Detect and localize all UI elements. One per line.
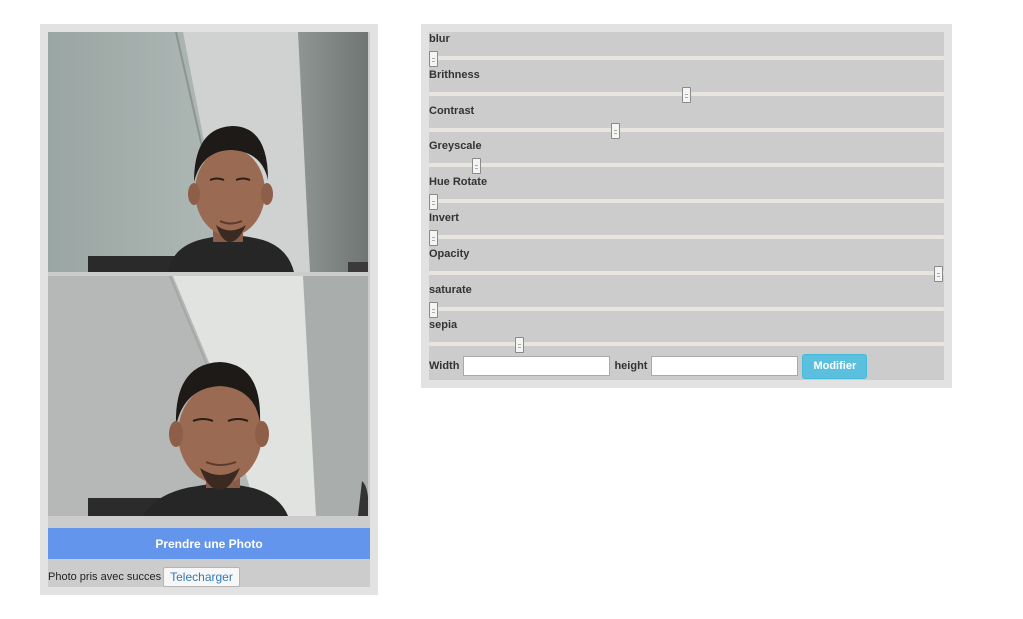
filter-panel-inner: blur Brithness Contrast Greyscale Hue Ro… [429,32,944,380]
slider-track[interactable] [429,342,944,346]
slider-thumb[interactable] [611,123,620,139]
height-input[interactable] [651,356,799,376]
slider-thumb[interactable] [429,194,438,210]
webcam-video-image [48,32,368,272]
filter-opacity: Opacity [429,247,944,282]
filter-brightness: Brithness [429,68,944,103]
filter-blur: blur [429,32,944,67]
size-row: Width height Modifier [429,353,868,379]
filter-label: sepia [429,319,458,331]
slider-thumb[interactable] [429,51,438,67]
filter-contrast: Contrast [429,104,944,139]
slider-thumb[interactable] [682,87,691,103]
filter-greyscale: Greyscale [429,139,944,174]
slider-track[interactable] [429,56,944,60]
filter-label: Brithness [429,69,480,81]
take-photo-button[interactable]: Prendre une Photo [48,528,370,559]
camera-panel: Prendre une Photo Photo pris avec succes… [40,24,378,595]
width-input[interactable] [463,356,611,376]
filter-hue-rotate: Hue Rotate [429,175,944,210]
download-button[interactable]: Telecharger [163,567,240,587]
slider-track[interactable] [429,307,944,311]
filter-saturate: saturate [429,283,944,318]
filter-label: Opacity [429,248,470,260]
slider-track[interactable] [429,235,944,239]
filter-label: blur [429,33,450,45]
slider-thumb[interactable] [515,337,524,353]
height-label: height [614,360,648,372]
filter-invert: Invert [429,211,944,246]
filter-panel: blur Brithness Contrast Greyscale Hue Ro… [421,24,952,388]
webcam-video [48,32,368,272]
captured-photo [48,276,368,516]
modify-button[interactable]: Modifier [802,353,868,379]
slider-track[interactable] [429,163,944,167]
camera-panel-inner: Prendre une Photo Photo pris avec succes… [48,32,370,587]
filter-label: Invert [429,212,459,224]
captured-photo-image [48,276,368,516]
slider-thumb[interactable] [429,302,438,318]
slider-thumb[interactable] [429,230,438,246]
slider-thumb[interactable] [472,158,481,174]
slider-thumb[interactable] [934,266,943,282]
filter-label: Greyscale [429,140,482,152]
filter-label: Hue Rotate [429,176,488,188]
capture-status-row: Photo pris avec succes Telecharger [48,567,240,587]
filter-sepia: sepia [429,318,944,353]
filter-label: saturate [429,284,472,296]
slider-track[interactable] [429,271,944,275]
slider-track[interactable] [429,128,944,132]
filter-label: Contrast [429,105,475,117]
width-label: Width [429,360,460,372]
capture-status-text: Photo pris avec succes [48,571,162,583]
slider-track[interactable] [429,199,944,203]
